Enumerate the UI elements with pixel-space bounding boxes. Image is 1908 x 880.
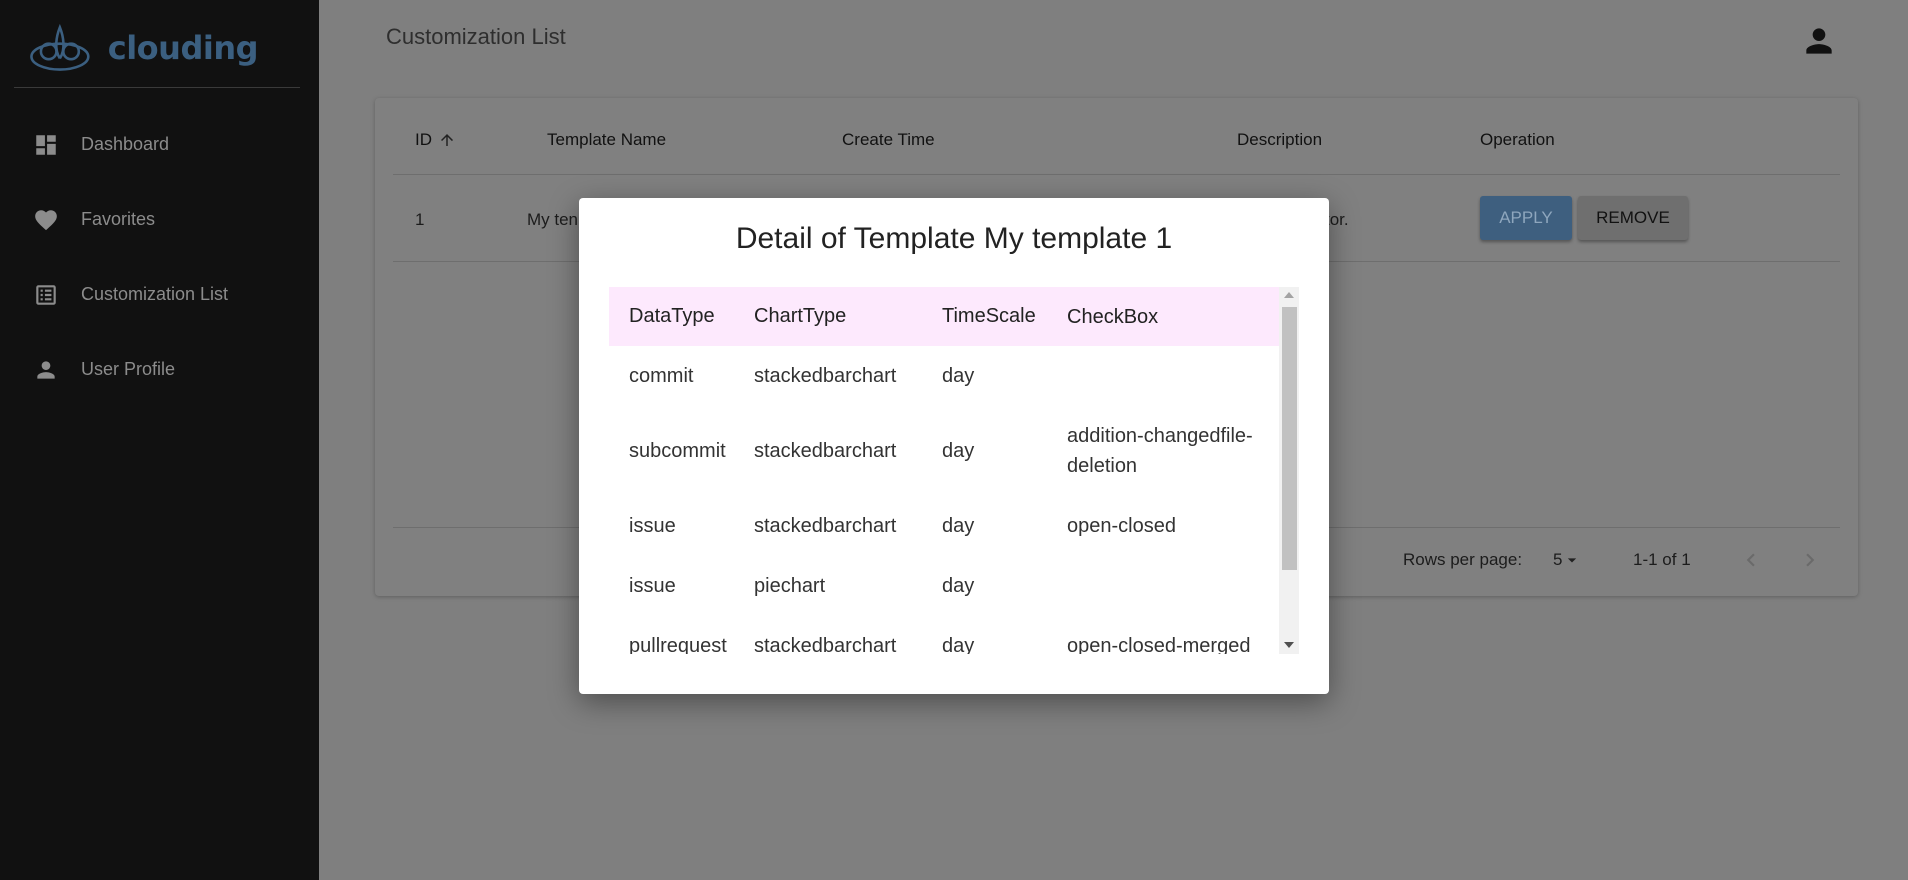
sidebar: clouding Dashboard Favorites Customizati…	[0, 0, 319, 880]
logo-icon	[30, 23, 90, 71]
cell-charttype: stackedbarchart	[754, 514, 897, 537]
person-icon	[33, 357, 59, 383]
chevron-left-icon	[1746, 553, 1755, 567]
rows-per-page-select[interactable]: 5	[1553, 550, 1582, 570]
cell-datatype: commit	[629, 364, 694, 387]
cell-template-name: My ten	[527, 210, 579, 229]
sidebar-item-dashboard[interactable]: Dashboard	[0, 107, 319, 182]
sidebar-divider	[14, 87, 300, 88]
cell-checkbox: addition-changedfile-deletion	[1067, 425, 1253, 477]
cell-datatype: subcommit	[629, 439, 726, 462]
arrow-up-icon	[441, 134, 453, 146]
cell-timescale: day	[942, 514, 975, 537]
cell-timescale: day	[942, 439, 975, 462]
cell-datatype: issue	[629, 514, 676, 537]
cell-checkbox: open-closed-merged	[1067, 635, 1251, 654]
account-icon[interactable]	[1800, 22, 1838, 60]
scroll-down-arrow-icon[interactable]	[1284, 642, 1294, 648]
table-row: pullrequest stackedbarchart day open-clo…	[609, 616, 1279, 655]
cell-charttype: piechart	[754, 574, 826, 597]
column-header-checkbox: CheckBox	[1067, 305, 1159, 328]
previous-page-button[interactable]	[1738, 547, 1764, 573]
cell-timescale: day	[942, 634, 975, 655]
column-header-charttype: ChartType	[754, 305, 847, 327]
column-header-id[interactable]: ID	[415, 130, 456, 150]
table-row: issue piechart day	[609, 556, 1279, 616]
cell-datatype: pullrequest	[629, 634, 727, 655]
column-header-operation: Operation	[1480, 130, 1555, 149]
table-row: subcommit stackedbarchart day addition-c…	[609, 406, 1279, 496]
logo[interactable]: clouding	[28, 18, 259, 78]
table-row: issue stackedbarchart day open-closed	[609, 496, 1279, 556]
dialog-title: Detail of Template My template 1	[735, 222, 1173, 255]
sidebar-item-label: User Profile	[81, 359, 176, 379]
sidebar-item-label: Customization List	[81, 284, 229, 304]
scroll-thumb[interactable]	[1282, 307, 1297, 570]
dashboard-icon	[33, 132, 59, 158]
cell-timescale: day	[942, 574, 975, 597]
heart-icon	[33, 207, 59, 233]
template-detail-dialog: Detail of Template My template 1 DataTyp…	[579, 198, 1329, 694]
cell-datatype: issue	[629, 574, 676, 597]
cell-checkbox: open-closed	[1067, 515, 1176, 537]
cell-id: 1	[415, 210, 425, 229]
apply-button[interactable]: APPLY	[1480, 196, 1572, 240]
cell-timescale: day	[942, 364, 975, 387]
sidebar-nav: Dashboard Favorites Customization List U…	[0, 107, 319, 407]
page-title: Customization List	[386, 24, 566, 49]
list-icon	[33, 282, 59, 308]
caret-down-icon	[1568, 558, 1577, 563]
sidebar-item-label: Dashboard	[81, 134, 170, 154]
detail-table-scrollbar[interactable]	[1279, 287, 1299, 654]
chevron-right-icon	[1806, 553, 1815, 567]
column-header-timescale: TimeScale	[942, 305, 1036, 327]
column-header-description[interactable]: Description	[1237, 130, 1322, 150]
detail-table-header: DataType ChartType TimeScale CheckBox	[609, 287, 1279, 346]
sidebar-item-favorites[interactable]: Favorites	[0, 182, 319, 257]
column-header-datatype: DataType	[629, 305, 715, 327]
column-header-create-time[interactable]: Create Time	[842, 130, 935, 150]
header-divider	[393, 174, 1840, 175]
scroll-up-arrow-icon[interactable]	[1284, 292, 1294, 298]
pagination-range: 1-1 of 1	[1633, 550, 1691, 569]
sidebar-item-label: Favorites	[81, 209, 156, 229]
column-header-template-name[interactable]: Template Name	[547, 130, 666, 150]
logo-text: clouding	[107, 29, 259, 67]
rows-per-page-label: Rows per page:	[1403, 550, 1523, 569]
sidebar-item-customization-list[interactable]: Customization List	[0, 257, 319, 332]
next-page-button[interactable]	[1797, 547, 1823, 573]
cell-charttype: stackedbarchart	[754, 634, 897, 655]
sidebar-item-user-profile[interactable]: User Profile	[0, 332, 319, 407]
detail-table: DataType ChartType TimeScale CheckBox co…	[609, 287, 1279, 654]
cell-charttype: stackedbarchart	[754, 439, 897, 462]
remove-button[interactable]: REMOVE	[1578, 196, 1688, 240]
cell-charttype: stackedbarchart	[754, 364, 897, 387]
table-row: commit stackedbarchart day	[609, 346, 1279, 406]
